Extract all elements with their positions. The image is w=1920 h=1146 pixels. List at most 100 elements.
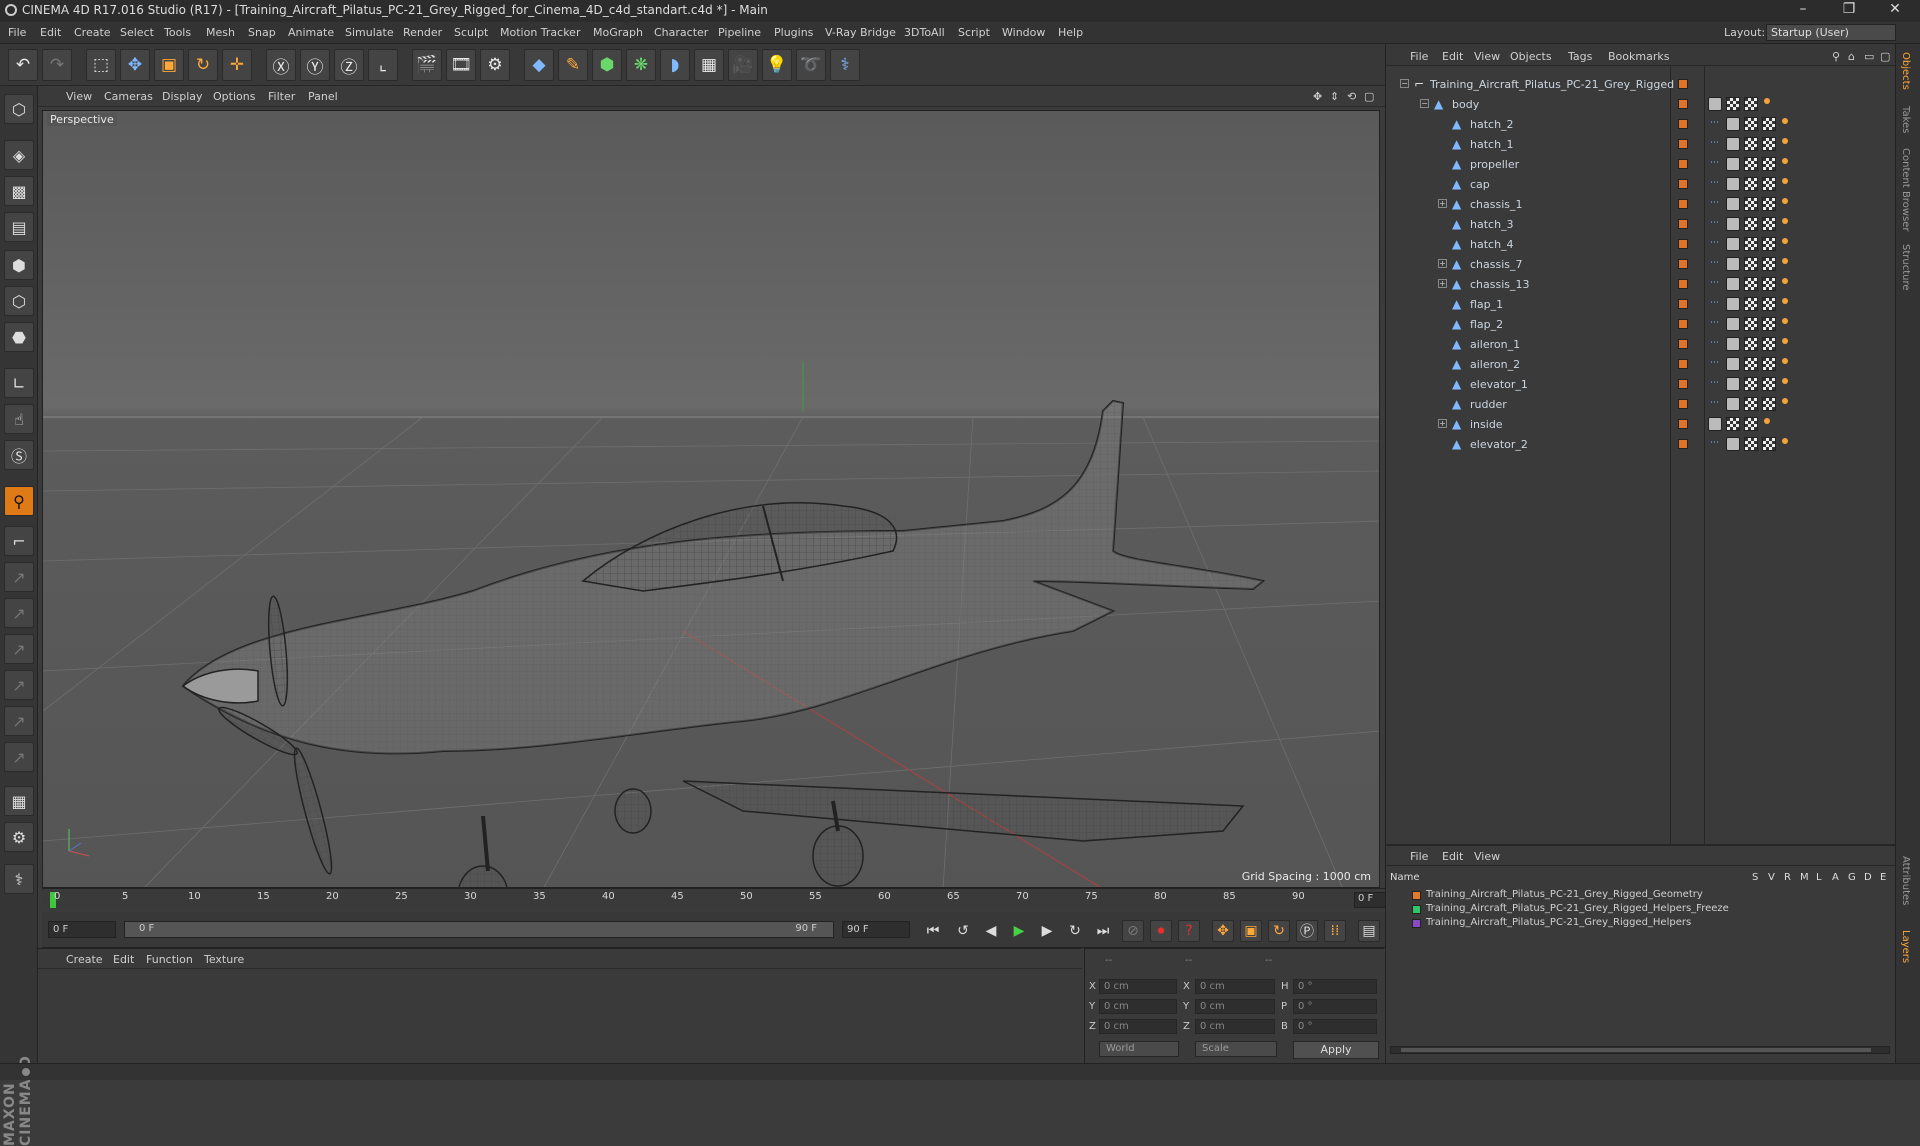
expand-icon[interactable]: + bbox=[1438, 419, 1447, 428]
weight-tag-icon[interactable] bbox=[1782, 398, 1788, 404]
layer-color-swatch[interactable] bbox=[1678, 179, 1688, 189]
rot-h-field[interactable]: 0 ° bbox=[1293, 979, 1377, 994]
material-menu-texture[interactable]: Texture bbox=[204, 953, 244, 966]
record-disabled-icon[interactable]: ⊘ bbox=[1122, 920, 1144, 942]
dots-tag-icon[interactable]: ⋯ bbox=[1710, 298, 1719, 308]
texture-tag-icon[interactable] bbox=[1762, 117, 1776, 131]
menu-plugins[interactable]: Plugins bbox=[774, 26, 813, 39]
object-home-icon[interactable]: ⌂ bbox=[1848, 50, 1855, 63]
transform-icon[interactable]: ✛ bbox=[222, 49, 252, 81]
layer-row[interactable]: Training_Aircraft_Pilatus_PC-21_Grey_Rig… bbox=[1386, 916, 1896, 930]
layer-menu-view[interactable]: View bbox=[1474, 850, 1500, 863]
redo-icon[interactable]: ↷ bbox=[42, 49, 72, 81]
dots-tag-icon[interactable]: ⋯ bbox=[1710, 278, 1719, 288]
viewport-zoom-icon[interactable]: ⇕ bbox=[1330, 90, 1339, 103]
texture-tag-icon[interactable] bbox=[1762, 137, 1776, 151]
key-rotation-icon[interactable]: ↻ bbox=[1268, 920, 1290, 942]
frame-range-slider[interactable]: 0 F 90 F bbox=[124, 921, 834, 938]
side-tab-structure[interactable]: Structure bbox=[1900, 244, 1911, 291]
texture-tag-icon[interactable] bbox=[1744, 297, 1758, 311]
side-tab-objects[interactable]: Objects bbox=[1900, 52, 1911, 90]
viewport-menu-filter[interactable]: Filter bbox=[268, 90, 295, 103]
material-tag-icon[interactable] bbox=[1726, 337, 1740, 351]
weight-tag-icon[interactable] bbox=[1782, 278, 1788, 284]
layer-color-swatch[interactable] bbox=[1678, 419, 1688, 429]
rot-p-field[interactable]: 0 ° bbox=[1293, 999, 1377, 1014]
workplane-icon[interactable]: ▤ bbox=[4, 212, 34, 242]
layout-select[interactable]: Startup (User) bbox=[1766, 24, 1896, 41]
restore-icon[interactable]: ❐ bbox=[1830, 1, 1868, 17]
menu-mesh[interactable]: Mesh bbox=[206, 26, 235, 39]
record-active-icon[interactable]: ⏺ bbox=[1150, 920, 1172, 942]
layer-color-swatch[interactable] bbox=[1678, 119, 1688, 129]
dots-tag-icon[interactable]: ⋯ bbox=[1710, 138, 1719, 148]
size-y-field[interactable]: 0 cm bbox=[1195, 999, 1275, 1014]
texture-tag-icon[interactable] bbox=[1762, 337, 1776, 351]
viewport-menu-view[interactable]: View bbox=[66, 90, 92, 103]
knife-icon[interactable]: ↗ bbox=[4, 742, 34, 772]
texture-tag-icon[interactable] bbox=[1744, 277, 1758, 291]
texture-tag-icon[interactable] bbox=[1762, 277, 1776, 291]
material-menu-create[interactable]: Create bbox=[66, 953, 103, 966]
material-tag-icon[interactable] bbox=[1726, 297, 1740, 311]
material-tag-icon[interactable] bbox=[1726, 377, 1740, 391]
layer-color-swatch[interactable] bbox=[1678, 379, 1688, 389]
texture-tag-icon[interactable] bbox=[1744, 177, 1758, 191]
menu-tools[interactable]: Tools bbox=[164, 26, 191, 39]
light-icon[interactable]: 💡 bbox=[762, 49, 792, 81]
object-menu-objects[interactable]: Objects bbox=[1510, 50, 1552, 63]
key-pla-icon[interactable]: ⁞⁞ bbox=[1324, 920, 1346, 942]
collapse-icon[interactable]: − bbox=[1420, 99, 1429, 108]
weight-tag-icon[interactable] bbox=[1782, 378, 1788, 384]
go-to-start-icon[interactable]: ⏮ bbox=[922, 920, 944, 942]
object-row-hatch_4[interactable]: ▲ hatch_4 ⋯ bbox=[1386, 234, 1896, 254]
layer-row[interactable]: Training_Aircraft_Pilatus_PC-21_Grey_Rig… bbox=[1386, 888, 1896, 902]
workplane-axis-icon[interactable]: ⌐ bbox=[4, 526, 34, 556]
texture-tag-icon[interactable] bbox=[1762, 297, 1776, 311]
object-row-elevator_1[interactable]: ▲ elevator_1 ⋯ bbox=[1386, 374, 1896, 394]
texture-tag-icon[interactable] bbox=[1744, 137, 1758, 151]
material-tag-icon[interactable] bbox=[1726, 277, 1740, 291]
viewport-menu-cameras[interactable]: Cameras bbox=[104, 90, 153, 103]
material-tag-icon[interactable] bbox=[1726, 217, 1740, 231]
layer-color-swatch[interactable] bbox=[1678, 239, 1688, 249]
layer-color-swatch[interactable] bbox=[1678, 259, 1688, 269]
layer-color-swatch[interactable] bbox=[1678, 219, 1688, 229]
layer-row[interactable]: Training_Aircraft_Pilatus_PC-21_Grey_Rig… bbox=[1386, 902, 1896, 916]
render-picture-viewer-icon[interactable]: 🎞 bbox=[446, 49, 476, 81]
material-tag-icon[interactable] bbox=[1726, 137, 1740, 151]
python-icon[interactable]: ⚕ bbox=[830, 49, 860, 81]
layer-color-swatch[interactable] bbox=[1678, 199, 1688, 209]
dots-tag-icon[interactable]: ⋯ bbox=[1710, 158, 1719, 168]
key-position-icon[interactable]: ✥ bbox=[1212, 920, 1234, 942]
layer-color-swatch[interactable] bbox=[1678, 79, 1688, 89]
texture-tag-icon[interactable] bbox=[1744, 317, 1758, 331]
layer-col-r[interactable]: R bbox=[1784, 872, 1791, 883]
texture-tag-icon[interactable] bbox=[1762, 237, 1776, 251]
texture-tag-icon[interactable] bbox=[1744, 237, 1758, 251]
coord-mode-select[interactable]: Scale bbox=[1195, 1041, 1277, 1057]
object-row-body[interactable]: − ▲ body bbox=[1386, 94, 1896, 114]
dots-tag-icon[interactable]: ⋯ bbox=[1710, 358, 1719, 368]
object-maximize-icon[interactable]: ▢ bbox=[1880, 50, 1890, 63]
material-tag-icon[interactable] bbox=[1726, 197, 1740, 211]
texture-tag-icon[interactable] bbox=[1726, 417, 1740, 431]
layer-col-s[interactable]: S bbox=[1752, 872, 1758, 883]
previous-frame-icon[interactable]: ◀ bbox=[980, 920, 1002, 942]
x-axis-icon[interactable]: Ⓧ bbox=[266, 49, 296, 81]
layer-color-swatch[interactable] bbox=[1678, 399, 1688, 409]
end-frame-field[interactable]: 90 F bbox=[842, 921, 910, 938]
points-mode-icon[interactable]: ⬢ bbox=[4, 250, 34, 280]
dots-tag-icon[interactable]: ⋯ bbox=[1710, 178, 1719, 188]
object-row-hatch_2[interactable]: ▲ hatch_2 ⋯ bbox=[1386, 114, 1896, 134]
subdivision-surface-icon[interactable]: ⬢ bbox=[592, 49, 622, 81]
lock-z-icon[interactable]: ↗ bbox=[4, 634, 34, 664]
texture-tag-icon[interactable] bbox=[1762, 197, 1776, 211]
size-z-field[interactable]: 0 cm bbox=[1195, 1019, 1275, 1034]
layer-color-swatch[interactable] bbox=[1412, 891, 1421, 900]
dots-tag-icon[interactable]: ⋯ bbox=[1710, 398, 1719, 408]
snap-icon[interactable]: ⚲ bbox=[4, 486, 34, 516]
checker-grid-icon[interactable]: ▦ bbox=[4, 786, 34, 816]
weight-tag-icon[interactable] bbox=[1764, 98, 1770, 104]
menu-create[interactable]: Create bbox=[74, 26, 111, 39]
